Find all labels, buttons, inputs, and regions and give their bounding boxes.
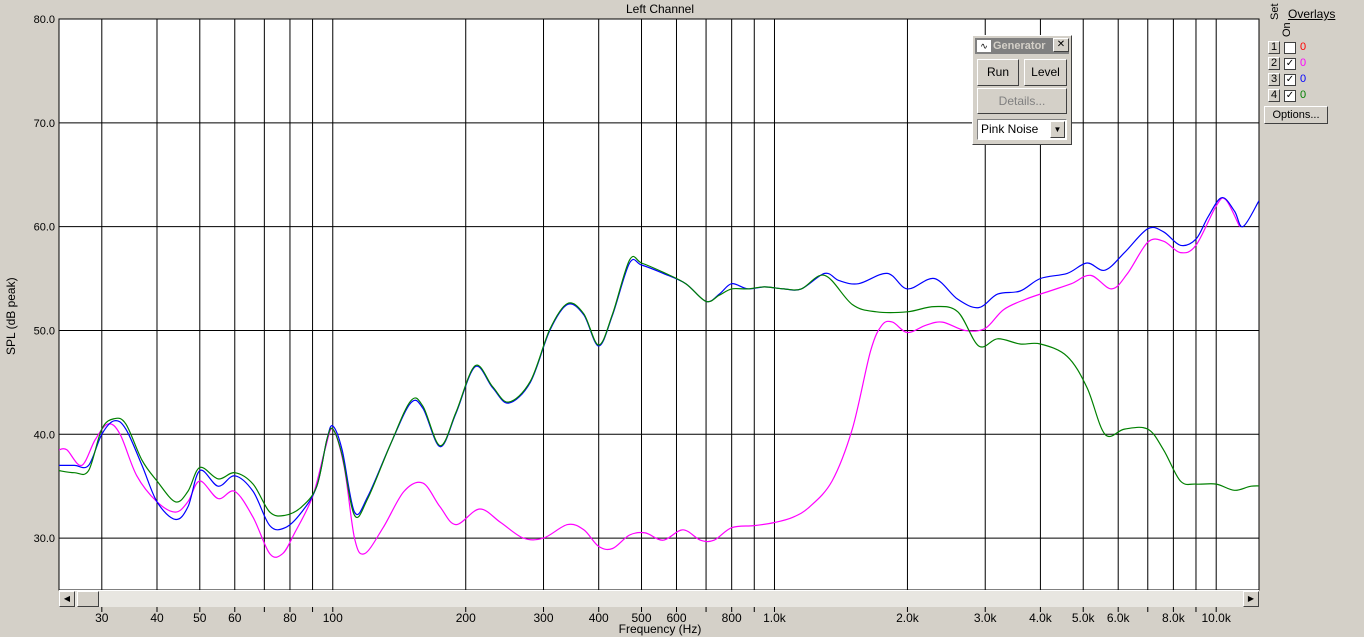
scroll-right-button[interactable]: ▶ [1243,591,1259,607]
overlay-value: 0 [1300,57,1307,69]
level-button[interactable]: Level [1024,59,1067,86]
overlays-set-label: Set [1269,3,1281,20]
overlay-checkbox[interactable] [1284,42,1296,54]
horizontal-scrollbar[interactable]: ◀ ▶ [59,590,1259,607]
overlay-checkbox[interactable]: ✓ [1284,58,1296,70]
y-tick-label: 50.0 [34,325,55,337]
scroll-thumb[interactable] [77,591,99,607]
overlay-set-button[interactable]: 1 [1268,41,1280,54]
overlays-on-label: On [1281,22,1293,37]
overlays-title[interactable]: Overlays [1288,7,1335,21]
overlay-value: 0 [1300,89,1307,101]
overlay-set-button[interactable]: 3 [1268,73,1280,86]
generator-panel: ∿ Generator ✕ Run Level Details... Pink N… [972,35,1072,145]
details-button[interactable]: Details... [977,88,1067,114]
overlay-checkbox[interactable]: ✓ [1284,90,1296,102]
overlay-value: 0 [1300,73,1307,85]
options-button[interactable]: Options... [1264,106,1328,124]
overlay-set-button[interactable]: 4 [1268,89,1280,102]
y-tick-label: 60.0 [34,222,55,234]
run-button[interactable]: Run [977,59,1019,86]
overlay-value: 0 [1300,41,1307,53]
x-axis-label: Frequency (Hz) [618,622,702,636]
overlay-set-button[interactable]: 2 [1268,57,1280,70]
waveform-icon: ∿ [977,40,991,52]
y-tick-label: 40.0 [34,429,55,441]
plot-area [58,18,1260,591]
y-tick-label: 30.0 [34,533,55,545]
signal-select-value: Pink Noise [981,122,1039,136]
generator-title: Generator [993,40,1046,52]
scroll-left-button[interactable]: ◀ [59,591,75,607]
chevron-down-icon[interactable]: ▼ [1050,121,1065,138]
y-tick-label: 70.0 [34,118,55,130]
frequency-response-chart: 30.040.050.060.070.080.030 40 50 60 80 100 200… [34,14,1260,625]
y-tick-label: 80.0 [34,14,55,26]
signal-select[interactable]: Pink Noise ▼ [977,119,1067,140]
overlay-checkbox[interactable]: ✓ [1284,74,1296,86]
close-icon[interactable]: ✕ [1053,38,1069,52]
